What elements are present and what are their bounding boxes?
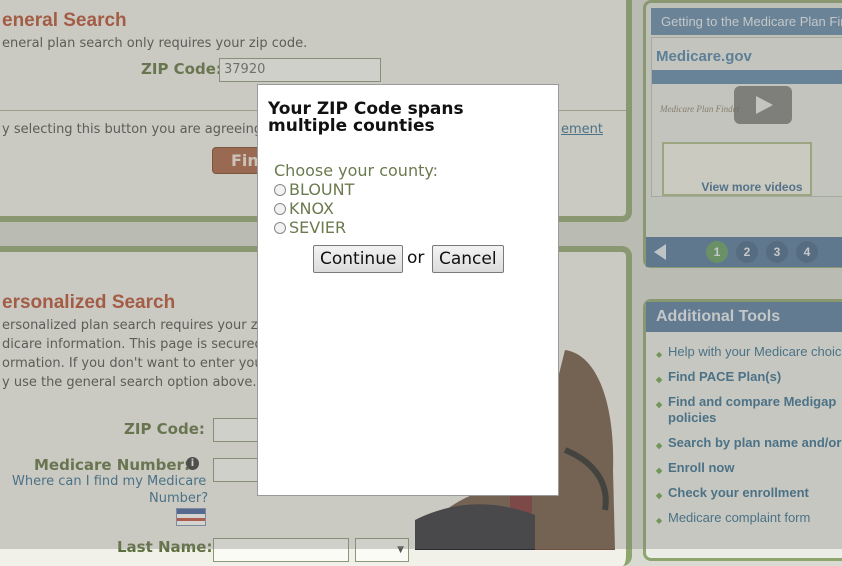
- county-option-knox[interactable]: KNOX: [274, 199, 334, 218]
- county-selection-dialog: Your ZIP Code spans multiple counties Ch…: [257, 84, 559, 496]
- dialog-title: Your ZIP Code spans multiple counties: [268, 99, 464, 136]
- radio-button[interactable]: [274, 221, 286, 234]
- cancel-button[interactable]: Cancel: [432, 245, 504, 273]
- continue-button[interactable]: Continue: [313, 245, 404, 273]
- county-label: BLOUNT: [289, 180, 355, 199]
- county-option-sevier[interactable]: SEVIER: [274, 218, 346, 237]
- choose-county-prompt: Choose your county:: [274, 161, 439, 180]
- county-label: KNOX: [289, 199, 334, 218]
- county-label: SEVIER: [289, 218, 347, 237]
- or-separator: or: [407, 248, 425, 268]
- county-option-blount[interactable]: BLOUNT: [274, 180, 354, 199]
- radio-button[interactable]: [274, 202, 286, 215]
- radio-button[interactable]: [274, 183, 286, 196]
